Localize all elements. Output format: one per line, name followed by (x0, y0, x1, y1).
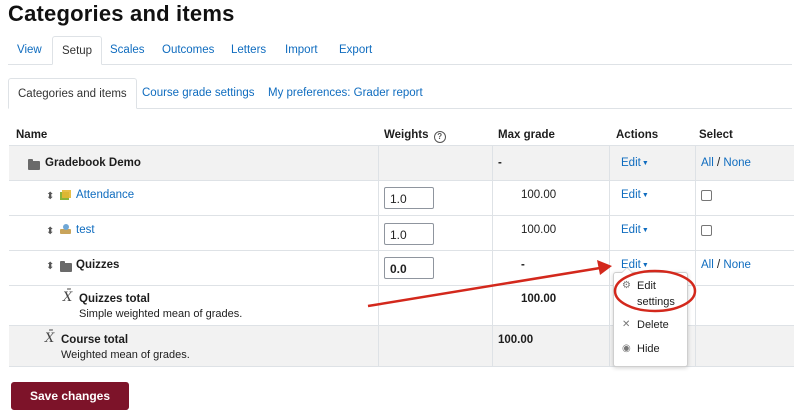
annotation-overlay (367, 260, 697, 313)
annotation-circle (613, 269, 697, 313)
annotation-arrow (367, 266, 601, 308)
annotation-arrowhead (597, 260, 612, 275)
save-changes-button[interactable]: Save changes (11, 382, 129, 410)
